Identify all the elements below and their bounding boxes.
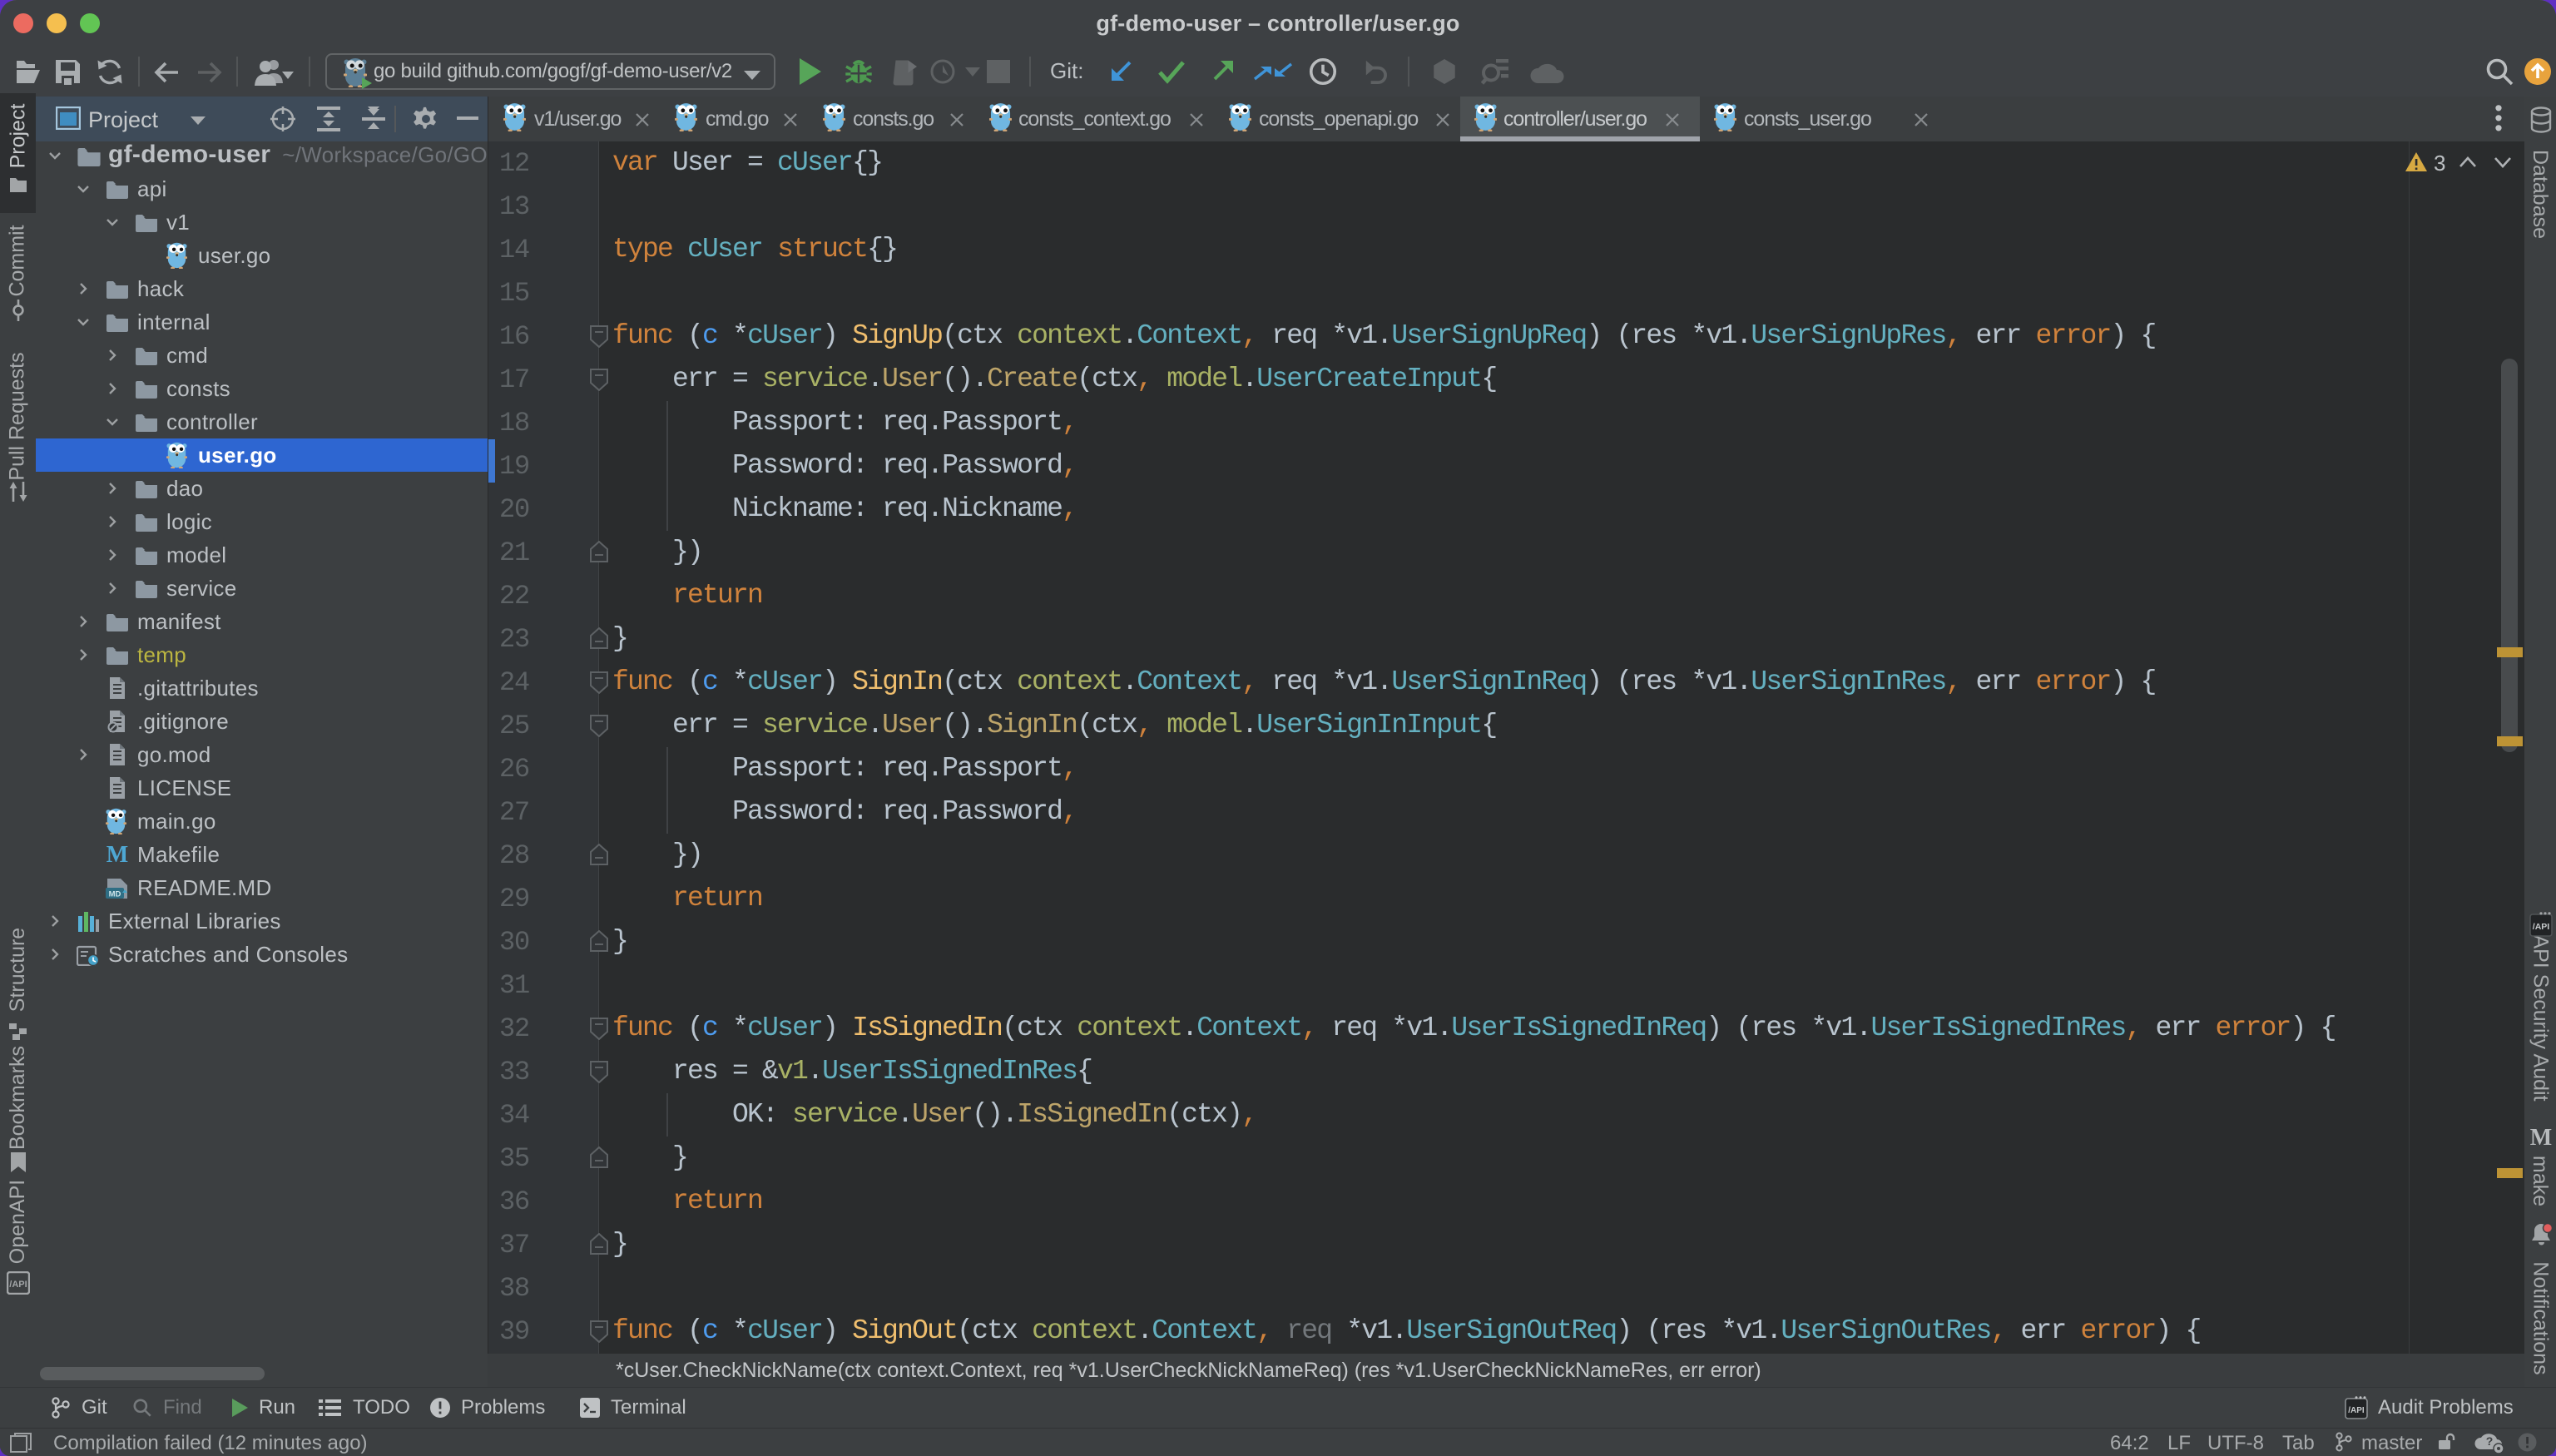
svg-text:?: ? [2486,1434,2494,1448]
svg-text:/API: /API [2533,922,2550,932]
svg-text:/API: /API [2348,1406,2365,1415]
svg-text:MD: MD [109,890,121,899]
svg-text:/API: /API [9,1280,27,1290]
